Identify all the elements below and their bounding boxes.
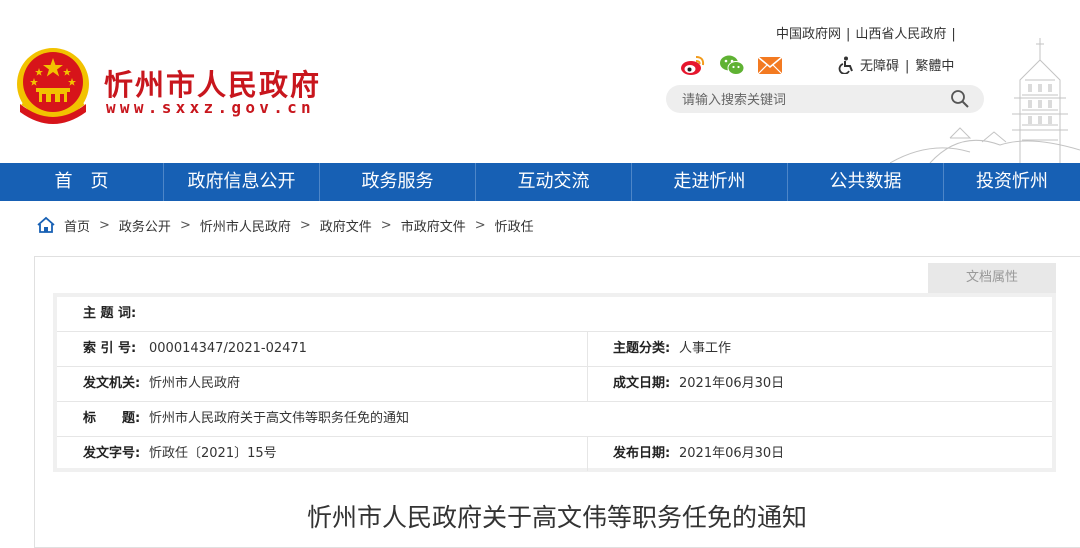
issuer-value: 忻州市人民政府	[149, 376, 241, 391]
meta-row: 索 引 号: 000014347/2021-02471 主题分类: 人事工作	[57, 332, 1052, 367]
nav-gov-info[interactable]: 政府信息公开	[164, 163, 320, 201]
title-value: 忻州市人民政府关于高文伟等职务任免的通知	[149, 411, 410, 426]
meta-row: 发文字号: 忻政任〔2021〕15号 发布日期: 2021年06月30日	[57, 437, 1052, 472]
wechat-icon[interactable]	[719, 53, 745, 77]
subject-words-label: 主 题 词:	[83, 306, 137, 321]
search-input[interactable]	[680, 88, 944, 112]
site-url[interactable]: www.sxxz.gov.cn	[106, 98, 315, 117]
published-date-value: 2021年06月30日	[679, 446, 785, 461]
meta-row: 主 题 词:	[57, 297, 1052, 332]
site-header: 忻州市人民政府 www.sxxz.gov.cn 中国政府网 | 山西省人民政府 | 无…	[0, 0, 1080, 163]
accessibility-link[interactable]: 无障碍	[860, 59, 899, 74]
breadcrumb-current[interactable]: 忻政任	[495, 216, 534, 235]
breadcrumb-city-docs[interactable]: 市政府文件	[401, 216, 466, 235]
breadcrumb-city-gov[interactable]: 忻州市人民政府	[200, 216, 291, 235]
meta-row: 发文机关: 忻州市人民政府 成文日期: 2021年06月30日	[57, 367, 1052, 402]
meta-row: 标 题: 忻州市人民政府关于高文伟等职务任免的通知	[57, 402, 1052, 437]
category-value: 人事工作	[679, 341, 732, 356]
index-label: 索 引 号:	[83, 341, 137, 356]
title-label: 标 题:	[83, 411, 141, 426]
accessibility-icon[interactable]	[838, 56, 856, 74]
home-icon[interactable]	[36, 216, 56, 234]
mail-icon[interactable]	[757, 53, 783, 77]
search-box	[666, 85, 984, 113]
published-date-label: 发布日期:	[613, 446, 671, 461]
link-shanxi-gov[interactable]: 山西省人民政府	[855, 27, 946, 42]
doc-number-label: 发文字号:	[83, 446, 141, 461]
weibo-icon[interactable]	[680, 53, 706, 77]
created-date-value: 2021年06月30日	[679, 376, 785, 391]
breadcrumb-home[interactable]: 首页	[64, 216, 90, 235]
nav-home[interactable]: 首 页	[0, 163, 164, 201]
document-title: 忻州市人民政府关于高文伟等职务任免的通知	[306, 503, 807, 532]
issuer-label: 发文机关:	[83, 376, 141, 391]
category-label: 主题分类:	[613, 341, 671, 356]
breadcrumb-separator: >	[299, 217, 311, 233]
nav-gov-services[interactable]: 政务服务	[320, 163, 476, 201]
breadcrumb-separator: >	[474, 217, 486, 233]
nav-interaction[interactable]: 互动交流	[476, 163, 632, 201]
main-nav: 首 页 政府信息公开 政务服务 互动交流 走进忻州 公共数据 投资忻州	[0, 163, 1080, 201]
created-date-label: 成文日期:	[613, 376, 671, 391]
breadcrumb-gov-affairs[interactable]: 政务公开	[119, 216, 171, 235]
doc-attributes-tab[interactable]: 文档属性	[928, 263, 1056, 293]
nav-public-data[interactable]: 公共数据	[788, 163, 944, 201]
link-china-gov[interactable]: 中国政府网	[776, 27, 841, 42]
breadcrumb-gov-docs[interactable]: 政府文件	[320, 216, 372, 235]
breadcrumb: 首页 > 政务公开 > 忻州市人民政府 > 政府文件 > 市政府文件 > 忻政任	[36, 214, 534, 236]
document-metadata-table: 主 题 词: 索 引 号: 000014347/2021-02471 主题分类:…	[53, 293, 1056, 472]
accessibility-bar: 无障碍 | 繁體中	[838, 55, 954, 74]
breadcrumb-separator: >	[99, 217, 110, 233]
search-icon[interactable]	[950, 89, 970, 109]
traditional-chinese-link[interactable]: 繁體中	[915, 59, 954, 74]
nav-about-xinzhou[interactable]: 走进忻州	[632, 163, 788, 201]
nav-invest[interactable]: 投资忻州	[944, 163, 1080, 201]
breadcrumb-separator: >	[179, 217, 191, 233]
national-emblem-icon	[17, 48, 89, 124]
top-links: 中国政府网 | 山西省人民政府 |	[776, 27, 956, 42]
breadcrumb-separator: >	[380, 217, 392, 233]
doc-number-value: 忻政任〔2021〕15号	[149, 446, 277, 461]
index-value: 000014347/2021-02471	[149, 341, 307, 356]
